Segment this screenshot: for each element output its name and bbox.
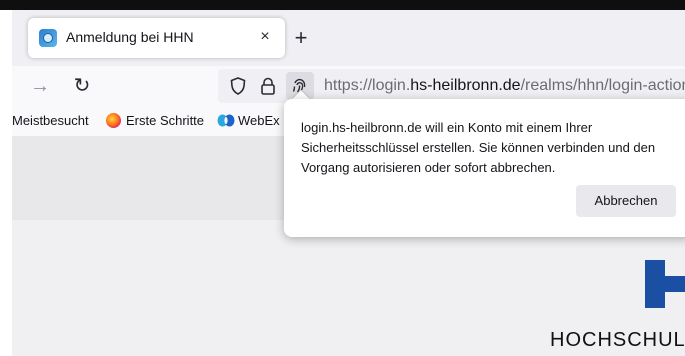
hhn-logo-mark <box>645 260 665 308</box>
url-bar[interactable]: https://login.hs-heilbronn.de/realms/hhn… <box>218 69 685 103</box>
window-top-edge <box>0 0 685 10</box>
forward-icon[interactable]: → <box>26 72 54 100</box>
hhn-logo-text: HOCHSCHULE <box>550 329 685 351</box>
window-left-edge <box>0 10 12 356</box>
passkey-dialog-message: login.hs-heilbronn.de will ein Konto mit… <box>301 120 656 175</box>
hhn-logo-mark-crossbar <box>665 276 685 292</box>
tab-close-icon[interactable]: × <box>253 25 277 49</box>
firefox-icon <box>106 113 121 128</box>
url-path: /realms/hhn/login-actions <box>520 77 685 94</box>
bookmark-webex[interactable]: WebEx I <box>238 113 287 128</box>
webex-icon <box>217 114 235 127</box>
shield-icon[interactable] <box>228 76 248 96</box>
passkey-dialog: login.hs-heilbronn.de will ein Konto mit… <box>284 99 685 237</box>
bookmark-meistbesucht[interactable]: Meistbesucht <box>12 113 89 128</box>
bookmark-erste-schritte[interactable]: Erste Schritte <box>126 113 204 128</box>
url-prefix: https://login. <box>324 77 411 94</box>
cancel-button[interactable]: Abbrechen <box>576 185 676 217</box>
lock-icon[interactable] <box>258 76 278 96</box>
url-host: hs-heilbronn.de <box>410 77 521 94</box>
url-text[interactable]: https://login.hs-heilbronn.de/realms/hhn… <box>324 77 685 95</box>
tab-strip: Anmeldung bei HHN × + <box>12 10 685 66</box>
hhn-favicon-icon <box>39 29 57 47</box>
new-tab-button[interactable]: + <box>288 26 314 52</box>
tab-anmeldung[interactable]: Anmeldung bei HHN × <box>28 18 285 58</box>
reload-icon[interactable]: ↻ <box>68 72 96 100</box>
tab-title: Anmeldung bei HHN <box>66 29 194 45</box>
